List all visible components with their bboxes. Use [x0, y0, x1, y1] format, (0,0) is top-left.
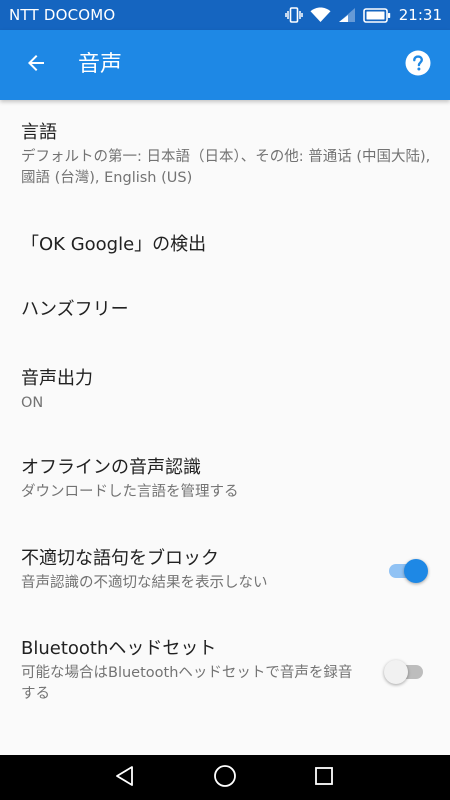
- setting-ok-google[interactable]: 「OK Google」の検出: [0, 233, 450, 257]
- setting-subtitle: 音声認識の不適切な結果を表示しない: [21, 575, 268, 591]
- setting-subtitle: デフォルトの第一: 日本語（日本）、その他: 普通话 (中国大陆), 國語 (台…: [21, 149, 431, 186]
- nav-home-button[interactable]: [205, 761, 245, 795]
- setting-speech-output[interactable]: 音声出力 ON: [0, 367, 450, 414]
- toggle-thumb: [384, 660, 408, 684]
- setting-title: オフラインの音声認識: [21, 457, 201, 478]
- back-triangle-icon: [114, 765, 136, 791]
- nav-recents-button[interactable]: [304, 761, 344, 795]
- home-circle-icon: [213, 764, 237, 792]
- back-button[interactable]: [12, 41, 60, 89]
- bluetooth-headset-toggle[interactable]: [384, 660, 426, 684]
- setting-offline-recognition[interactable]: オフラインの音声認識 ダウンロードした言語を管理する: [0, 456, 450, 503]
- setting-subtitle: 可能な場合はBluetoothヘッドセットで音声を録音する: [21, 665, 353, 702]
- status-clock: 21:31: [398, 6, 442, 24]
- help-button[interactable]: [394, 41, 442, 89]
- app-bar: 音声: [0, 30, 450, 100]
- navigation-bar: [0, 755, 450, 800]
- page-title: 音声: [78, 52, 123, 77]
- status-bar: NTT DOCOMO 21:31: [0, 0, 450, 30]
- setting-handsfree[interactable]: ハンズフリー: [0, 298, 450, 322]
- setting-subtitle: ON: [21, 395, 44, 411]
- setting-block-offensive[interactable]: 不適切な語句をブロック 音声認識の不適切な結果を表示しない: [0, 547, 450, 594]
- vibrate-icon: [285, 6, 303, 24]
- carrier-name: NTT DOCOMO: [9, 6, 116, 24]
- setting-title: 音声出力: [21, 368, 93, 389]
- settings-list: 言語 デフォルトの第一: 日本語（日本）、その他: 普通话 (中国大陆), 國語…: [0, 100, 450, 755]
- recents-square-icon: [313, 765, 335, 791]
- block-offensive-toggle[interactable]: [386, 559, 428, 583]
- setting-title: Bluetoothヘッドセット: [21, 638, 217, 659]
- status-icons: 21:31: [278, 0, 442, 30]
- nav-back-button[interactable]: [105, 761, 145, 795]
- signal-icon: [338, 7, 356, 23]
- toggle-thumb: [404, 559, 428, 583]
- setting-title: ハンズフリー: [21, 299, 129, 320]
- battery-icon: [362, 7, 391, 23]
- setting-language[interactable]: 言語 デフォルトの第一: 日本語（日本）、その他: 普通话 (中国大陆), 國語…: [0, 121, 450, 189]
- help-circle-icon: [404, 49, 432, 81]
- arrow-left-icon: [24, 51, 48, 79]
- setting-title: 「OK Google」の検出: [21, 234, 207, 255]
- setting-title: 不適切な語句をブロック: [21, 548, 219, 569]
- setting-bluetooth-headset[interactable]: Bluetoothヘッドセット 可能な場合はBluetoothヘッドセットで音声…: [0, 637, 450, 705]
- setting-title: 言語: [21, 122, 57, 143]
- wifi-icon: [310, 7, 331, 23]
- setting-subtitle: ダウンロードした言語を管理する: [21, 484, 239, 500]
